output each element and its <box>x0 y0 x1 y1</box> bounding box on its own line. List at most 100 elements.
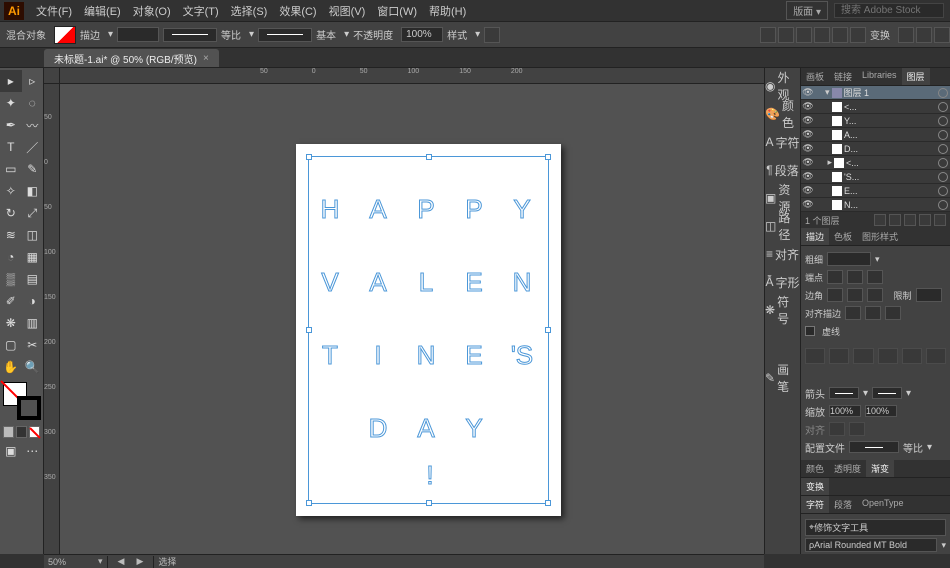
transform-btn1[interactable] <box>898 27 914 43</box>
transform-btn3[interactable] <box>934 27 950 43</box>
visibility-icon[interactable]: 👁 <box>801 171 815 182</box>
lasso-tool[interactable]: ◌ <box>22 92 44 114</box>
layer-row[interactable]: 👁 N... <box>801 198 950 212</box>
tab-color[interactable]: 颜色 <box>801 460 829 477</box>
layer-row[interactable]: 👁 ▸<... <box>801 156 950 170</box>
opacity-field[interactable] <box>401 27 443 42</box>
miter-limit[interactable] <box>916 288 942 302</box>
menu-file[interactable]: 文件(F) <box>30 3 78 19</box>
weight-field[interactable] <box>827 252 871 266</box>
new-sublayer-icon[interactable] <box>904 214 916 226</box>
dashed-checkbox[interactable] <box>805 326 815 336</box>
visibility-icon[interactable]: 👁 <box>801 143 815 154</box>
brush-tool[interactable]: ✎ <box>22 158 44 180</box>
arrow-start[interactable] <box>829 387 859 399</box>
tab-links[interactable]: 链接 <box>829 68 857 85</box>
pen-tool[interactable]: ✒ <box>0 114 22 136</box>
corner-bevel[interactable] <box>867 288 883 302</box>
perspective-tool[interactable]: ▦ <box>22 246 44 268</box>
transform-label[interactable]: 变换 <box>870 27 890 42</box>
align-center[interactable] <box>845 306 861 320</box>
visibility-icon[interactable]: 👁 <box>801 185 815 196</box>
cap-butt[interactable] <box>827 270 843 284</box>
stock-search[interactable] <box>834 3 944 18</box>
menu-window[interactable]: 窗口(W) <box>371 3 423 19</box>
corner-miter[interactable] <box>827 288 843 302</box>
document-tab[interactable]: 未标题-1.ai* @ 50% (RGB/预览) × <box>44 49 219 67</box>
color-panel-icon[interactable]: 🎨颜色 <box>765 100 800 128</box>
zoom-tool[interactable]: 🔍 <box>22 356 44 378</box>
align-panel-icon[interactable]: ≡对齐 <box>765 240 800 268</box>
touch-type-button[interactable]: ⌖ 修饰文字工具 <box>805 519 946 536</box>
tab-stroke[interactable]: 描边 <box>801 228 829 245</box>
tab-transparency[interactable]: 透明度 <box>829 460 866 477</box>
cap-round[interactable] <box>847 270 863 284</box>
align-m[interactable] <box>832 27 848 43</box>
layout-dropdown[interactable]: 版面 ▾ <box>786 1 828 20</box>
tab-swatches[interactable]: 色板 <box>829 228 857 245</box>
visibility-icon[interactable]: 👁 <box>801 129 815 140</box>
layer-row[interactable]: 👁 E... <box>801 184 950 198</box>
menu-view[interactable]: 视图(V) <box>323 3 372 19</box>
align-inside[interactable] <box>865 306 881 320</box>
arrow-align-1[interactable] <box>829 422 845 436</box>
locate-layer-icon[interactable] <box>874 214 886 226</box>
layer-row[interactable]: 👁 'S... <box>801 170 950 184</box>
eyedropper-tool[interactable]: ✐ <box>0 290 22 312</box>
style-label[interactable]: 样式 <box>447 27 467 42</box>
type-tool[interactable]: T <box>0 136 22 158</box>
gradient-tool[interactable]: ▤ <box>22 268 44 290</box>
assets-panel-icon[interactable]: ▣资源 <box>765 184 800 212</box>
align-c[interactable] <box>778 27 794 43</box>
visibility-icon[interactable]: 👁 <box>801 115 815 126</box>
layer-row[interactable]: 👁 A... <box>801 128 950 142</box>
ruler-horizontal[interactable]: 50 0 50 100 150 200 <box>60 68 764 84</box>
width-tool[interactable]: ≋ <box>0 224 22 246</box>
prev-artboard[interactable]: ◀ <box>112 556 131 567</box>
paragraph-panel-icon[interactable]: ¶段落 <box>765 156 800 184</box>
profile-select[interactable] <box>849 441 899 453</box>
arrow-scale-end[interactable] <box>865 405 897 417</box>
arrow-end[interactable] <box>872 387 902 399</box>
align-l[interactable] <box>760 27 776 43</box>
tab-artboards[interactable]: 画板 <box>801 68 829 85</box>
transform-btn2[interactable] <box>916 27 932 43</box>
new-layer-icon[interactable] <box>919 214 931 226</box>
selection-tool[interactable]: ▸ <box>0 70 22 92</box>
zoom-level[interactable]: 50% <box>44 557 98 567</box>
corner-round[interactable] <box>847 288 863 302</box>
stroke-label[interactable]: 描边 <box>80 27 100 42</box>
appearance-panel-icon[interactable]: ◉外观 <box>765 72 800 100</box>
canvas[interactable]: 50 0 50 100 150 200 50 0 50 100 150 200 … <box>44 68 764 554</box>
tab-character[interactable]: 字符 <box>801 496 829 513</box>
arrow-align-2[interactable] <box>849 422 865 436</box>
align-t[interactable] <box>814 27 830 43</box>
shape-builder-tool[interactable]: ◔ <box>0 246 22 268</box>
menu-type[interactable]: 文字(T) <box>177 3 225 19</box>
visibility-icon[interactable]: 👁 <box>801 87 815 98</box>
magic-wand-tool[interactable]: ✦ <box>0 92 22 114</box>
align-outside[interactable] <box>885 306 901 320</box>
screen-mode[interactable]: ▣ <box>0 440 22 462</box>
ruler-origin[interactable] <box>44 68 60 84</box>
slice-tool[interactable]: ✂ <box>22 334 44 356</box>
brush-def[interactable] <box>258 28 312 42</box>
visibility-icon[interactable]: 👁 <box>801 199 815 210</box>
gradient-mode[interactable] <box>16 426 27 438</box>
artboard-tool[interactable]: ▢ <box>0 334 22 356</box>
stroke-weight-field[interactable] <box>117 27 159 42</box>
close-tab-icon[interactable]: × <box>203 53 209 64</box>
edit-toolbar[interactable]: ⋯ <box>22 440 44 462</box>
stroke-width-profile[interactable] <box>163 28 217 42</box>
scale-tool[interactable]: ⤢ <box>22 202 44 224</box>
tab-layers[interactable]: 图层 <box>902 68 930 85</box>
style-btn[interactable] <box>484 27 500 43</box>
blend-tool[interactable]: ◑ <box>22 290 44 312</box>
menu-object[interactable]: 对象(O) <box>127 3 177 19</box>
symbols-panel-icon[interactable]: ❋符号 <box>765 296 800 324</box>
menu-select[interactable]: 选择(S) <box>225 3 274 19</box>
curvature-tool[interactable]: 〰 <box>22 114 44 136</box>
eraser-tool[interactable]: ◧ <box>22 180 44 202</box>
layer-row[interactable]: 👁 Y... <box>801 114 950 128</box>
glyphs-panel-icon[interactable]: Ẫ字形 <box>765 268 800 296</box>
